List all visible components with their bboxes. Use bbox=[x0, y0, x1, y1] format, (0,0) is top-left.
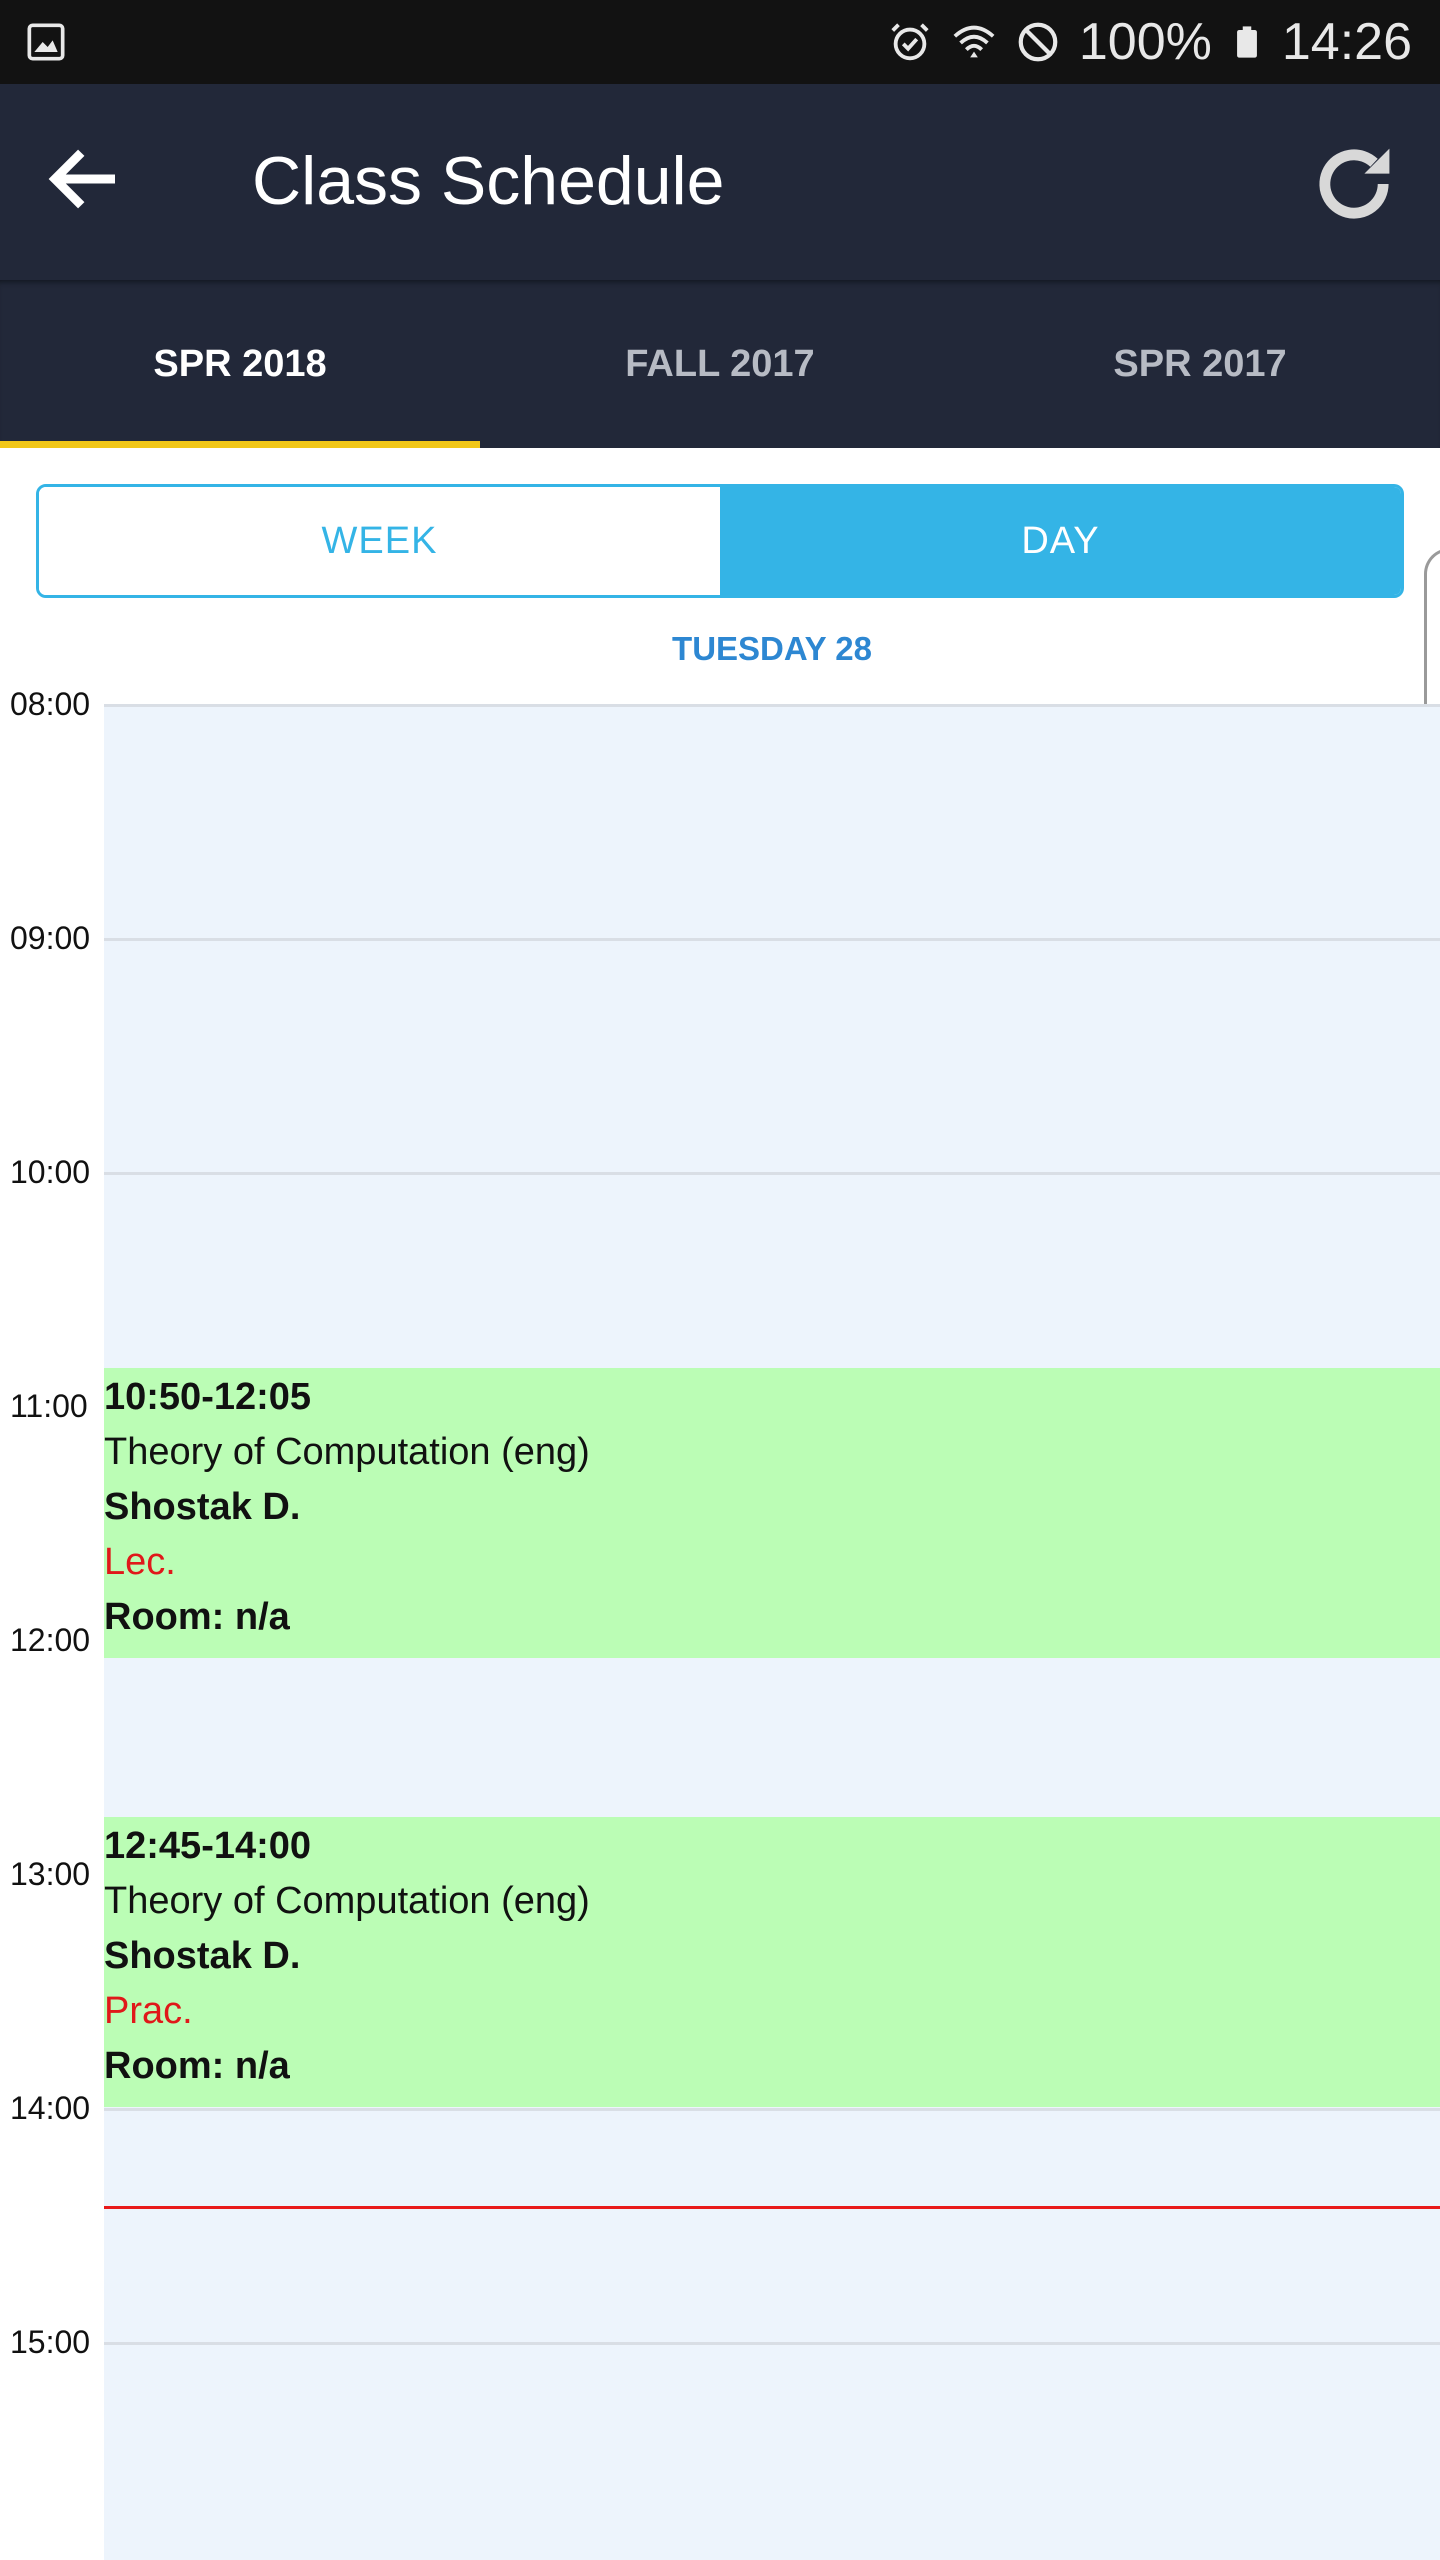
alarm-icon bbox=[891, 23, 929, 61]
semester-tabs: SPR 2018 FALL 2017 SPR 2017 bbox=[0, 280, 1440, 448]
tab-spr-2018[interactable]: SPR 2018 bbox=[0, 280, 480, 448]
event-type: Prac. bbox=[104, 1990, 193, 2032]
do-not-disturb-icon bbox=[1018, 22, 1058, 62]
view-toggle: WEEK DAY bbox=[36, 484, 1404, 598]
wifi-icon bbox=[953, 25, 995, 58]
tab-fall-2017[interactable]: FALL 2017 bbox=[480, 280, 960, 448]
event-instructor: Shostak D. bbox=[104, 1935, 301, 1977]
page-title: Class Schedule bbox=[252, 143, 725, 219]
time-label: 08:00 bbox=[10, 686, 91, 722]
hour-line bbox=[104, 1172, 1440, 1175]
tab-spr-2017[interactable]: SPR 2017 bbox=[960, 280, 1440, 448]
arrow-left-icon[interactable] bbox=[40, 134, 130, 224]
event-course: Theory of Computation (eng) bbox=[104, 1880, 590, 1922]
hour-line bbox=[104, 2342, 1440, 2345]
event-time: 12:45-14:00 bbox=[104, 1825, 312, 1867]
app-bar: Class Schedule bbox=[0, 84, 1440, 280]
time-label: 15:00 bbox=[10, 2324, 91, 2360]
status-bar: 100% 14:26 bbox=[0, 0, 1440, 84]
time-label: 12:00 bbox=[10, 1622, 91, 1658]
time-label: 11:00 bbox=[10, 1388, 88, 1424]
event-room: Room: n/a bbox=[104, 2045, 290, 2087]
class-event[interactable]: 10:50-12:05 Theory of Computation (eng) … bbox=[104, 1368, 1440, 1658]
week-button[interactable]: WEEK bbox=[39, 487, 720, 595]
hour-line bbox=[104, 938, 1440, 941]
time-label: 09:00 bbox=[10, 920, 91, 956]
event-time: 10:50-12:05 bbox=[104, 1376, 312, 1418]
event-room: Room: n/a bbox=[104, 1596, 290, 1638]
event-instructor: Shostak D. bbox=[104, 1486, 301, 1528]
clock: 14:26 bbox=[1281, 13, 1412, 71]
current-time-line bbox=[104, 2206, 1440, 2209]
event-type: Lec. bbox=[104, 1541, 176, 1583]
time-label: 10:00 bbox=[10, 1154, 91, 1190]
time-label: 13:00 bbox=[10, 1856, 91, 1892]
class-event[interactable]: 12:45-14:00 Theory of Computation (eng) … bbox=[104, 1817, 1440, 2107]
event-course: Theory of Computation (eng) bbox=[104, 1431, 590, 1473]
hour-line bbox=[104, 2108, 1440, 2111]
battery-icon bbox=[1236, 26, 1257, 58]
image-icon bbox=[27, 23, 65, 61]
battery-percentage: 100% bbox=[1078, 13, 1212, 71]
day-button[interactable]: DAY bbox=[720, 487, 1401, 595]
refresh-icon[interactable] bbox=[1304, 134, 1404, 234]
day-header: TUESDAY 28 bbox=[672, 630, 872, 667]
hour-line bbox=[104, 704, 1440, 707]
time-label: 14:00 bbox=[10, 2090, 91, 2126]
